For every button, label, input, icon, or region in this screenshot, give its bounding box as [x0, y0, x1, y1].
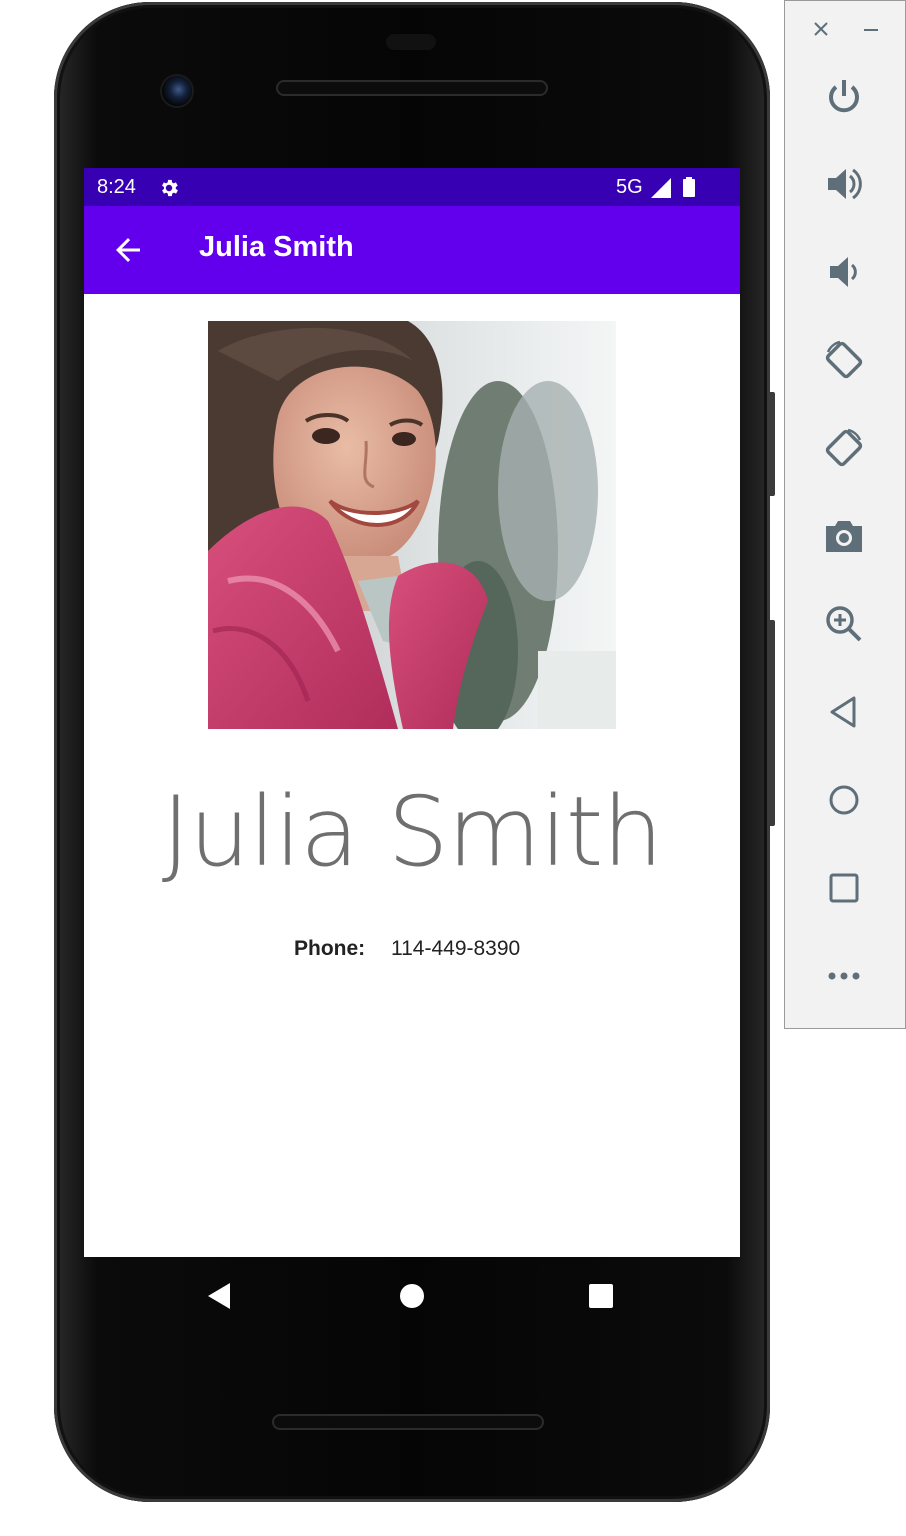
nav-recents-icon[interactable]	[589, 1284, 613, 1308]
emulator-toolbar	[784, 0, 906, 1029]
system-nav-bar	[84, 1257, 740, 1337]
battery-icon	[683, 177, 695, 197]
rotate-right-icon[interactable]	[821, 425, 867, 471]
screenshot-camera-icon[interactable]	[821, 513, 867, 559]
overview-square-icon[interactable]	[821, 865, 867, 911]
phone-row: Phone: 114-449-8390	[294, 937, 520, 961]
contact-name: Julia Smith	[161, 776, 663, 888]
device-screen: 8:24 5G Julia Smith Julia Smith Phone: 1…	[84, 168, 740, 1257]
arrow-back-icon[interactable]	[110, 232, 146, 268]
minimize-icon[interactable]	[861, 19, 881, 39]
app-bar-title: Julia Smith	[199, 231, 354, 263]
hardware-power-button	[768, 392, 775, 496]
status-bar: 8:24 5G	[84, 168, 740, 206]
contact-photo	[208, 321, 616, 729]
phone-number[interactable]: 114-449-8390	[391, 937, 520, 961]
phone-label: Phone:	[294, 937, 366, 960]
settings-icon	[158, 177, 180, 199]
close-icon[interactable]	[811, 19, 831, 39]
hardware-volume-rocker	[768, 620, 775, 826]
power-icon[interactable]	[821, 73, 867, 119]
zoom-icon[interactable]	[821, 601, 867, 647]
volume-down-icon[interactable]	[821, 249, 867, 295]
network-type: 5G	[616, 176, 643, 198]
earpiece-speaker	[276, 80, 548, 96]
proximity-sensor	[386, 34, 436, 50]
home-circle-icon[interactable]	[821, 777, 867, 823]
rotate-left-icon[interactable]	[821, 337, 867, 383]
volume-up-icon[interactable]	[821, 161, 867, 207]
back-triangle-icon[interactable]	[821, 689, 867, 735]
nav-home-icon[interactable]	[399, 1283, 425, 1309]
app-bar: Julia Smith	[84, 206, 740, 294]
front-camera	[162, 76, 192, 106]
more-icon[interactable]	[821, 953, 867, 999]
bottom-speaker	[272, 1414, 544, 1430]
signal-icon	[651, 178, 671, 198]
nav-back-icon[interactable]	[206, 1283, 232, 1309]
status-time: 8:24	[97, 176, 136, 198]
